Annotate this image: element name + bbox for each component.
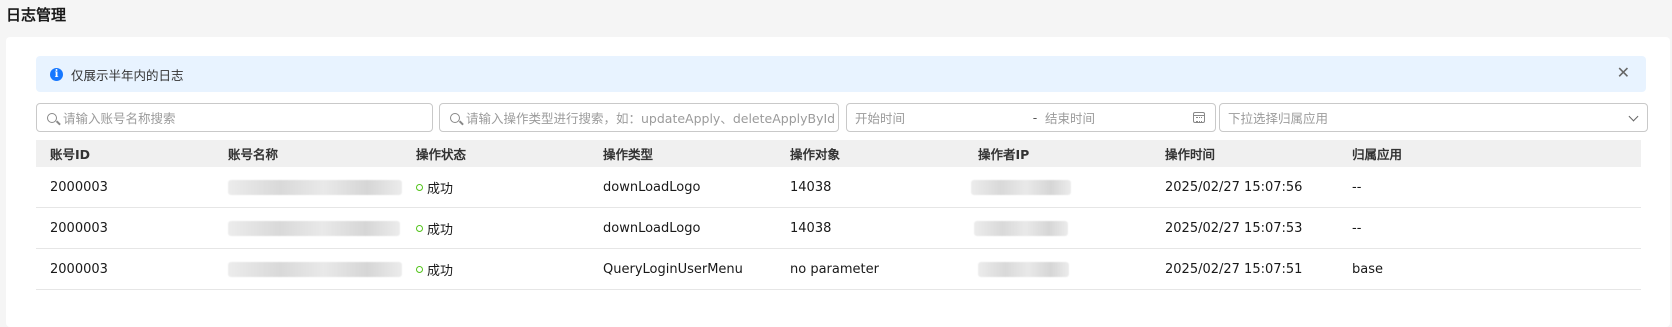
cell-target: 14038	[790, 220, 832, 236]
table-row: 2000003 成功 downLoadLogo 14038 2025/02/27…	[36, 208, 1641, 249]
cell-status: 成功	[416, 260, 453, 279]
cell-app: base	[1352, 261, 1383, 277]
status-dot-icon	[416, 224, 423, 232]
status-dot-icon	[416, 265, 423, 273]
page-title: 日志管理	[6, 6, 67, 24]
app-select[interactable]: 下拉选择归属应用	[1219, 103, 1648, 132]
header-app: 归属应用	[1352, 147, 1403, 162]
status-text: 成功	[427, 181, 454, 197]
start-time-placeholder[interactable]: 开始时间	[855, 108, 1025, 127]
redacted-operator-ip	[974, 220, 1068, 236]
date-range-picker[interactable]: 开始时间 - 结束时间	[846, 103, 1216, 132]
redacted-operator-ip	[978, 261, 1069, 277]
cell-status: 成功	[416, 178, 453, 197]
cell-time: 2025/02/27 15:07:51	[1165, 261, 1303, 277]
cell-target: 14038	[790, 179, 832, 195]
cell-target: no parameter	[790, 261, 879, 277]
status-text: 成功	[427, 222, 454, 238]
cell-app: --	[1352, 220, 1362, 236]
cell-status: 成功	[416, 219, 453, 238]
header-account-name: 账号名称	[228, 147, 279, 162]
table-row: 2000003 成功 QueryLoginUserMenu no paramet…	[36, 249, 1641, 290]
operation-search-input[interactable]: 请输入操作类型进行搜索，如：updateApply、deleteApplyByI…	[439, 103, 839, 132]
info-icon: i	[50, 67, 63, 81]
redacted-account-name	[228, 179, 402, 195]
cell-operation-type: downLoadLogo	[603, 220, 701, 236]
table-header: 账号ID 账号名称 操作状态 操作类型 操作对象 操作者IP 操作时间 归属应用	[36, 140, 1641, 167]
log-table: 账号ID 账号名称 操作状态 操作类型 操作对象 操作者IP 操作时间 归属应用…	[36, 140, 1641, 290]
range-separator: -	[1032, 110, 1038, 125]
cell-account-id: 2000003	[50, 220, 108, 236]
redacted-account-name	[228, 220, 400, 236]
app-select-placeholder: 下拉选择归属应用	[1228, 111, 1329, 126]
cell-account-id: 2000003	[50, 179, 108, 195]
cell-account-id: 2000003	[50, 261, 108, 277]
header-status: 操作状态	[416, 147, 467, 162]
cell-time: 2025/02/27 15:07:53	[1165, 220, 1303, 236]
header-time: 操作时间	[1165, 147, 1216, 162]
redacted-operator-ip	[971, 179, 1071, 195]
redacted-account-name	[228, 261, 402, 277]
status-dot-icon	[416, 183, 423, 191]
table-row: 2000003 成功 downLoadLogo 14038 2025/02/27…	[36, 167, 1641, 208]
chevron-down-icon[interactable]	[1628, 111, 1639, 122]
status-text: 成功	[427, 263, 454, 279]
header-operation-type: 操作类型	[603, 147, 654, 162]
cell-time: 2025/02/27 15:07:56	[1165, 179, 1303, 195]
end-time-placeholder[interactable]: 结束时间	[1045, 108, 1095, 127]
log-card: i 仅展示半年内的日志 ✕ 请输入账号名称搜索 请输入操作类型进行搜索，如：up…	[6, 37, 1670, 327]
cell-operation-type: downLoadLogo	[603, 179, 701, 195]
account-search-placeholder: 请输入账号名称搜索	[63, 111, 176, 126]
cell-app: --	[1352, 179, 1362, 195]
header-account-id: 账号ID	[50, 147, 91, 162]
search-icon	[450, 112, 460, 123]
filter-bar: 请输入账号名称搜索 请输入操作类型进行搜索，如：updateApply、dele…	[36, 103, 1648, 132]
calendar-icon[interactable]	[1193, 112, 1205, 123]
cell-operation-type: QueryLoginUserMenu	[603, 261, 743, 277]
operation-search-placeholder: 请输入操作类型进行搜索，如：updateApply、deleteApplyByI…	[466, 111, 836, 126]
notice-text: 仅展示半年内的日志	[71, 67, 184, 83]
header-operator-ip: 操作者IP	[978, 147, 1030, 162]
notice-banner: i 仅展示半年内的日志 ✕	[36, 56, 1646, 92]
account-search-input[interactable]: 请输入账号名称搜索	[36, 103, 433, 132]
close-icon[interactable]: ✕	[1617, 65, 1630, 81]
search-icon	[47, 112, 57, 123]
header-target: 操作对象	[790, 147, 841, 162]
